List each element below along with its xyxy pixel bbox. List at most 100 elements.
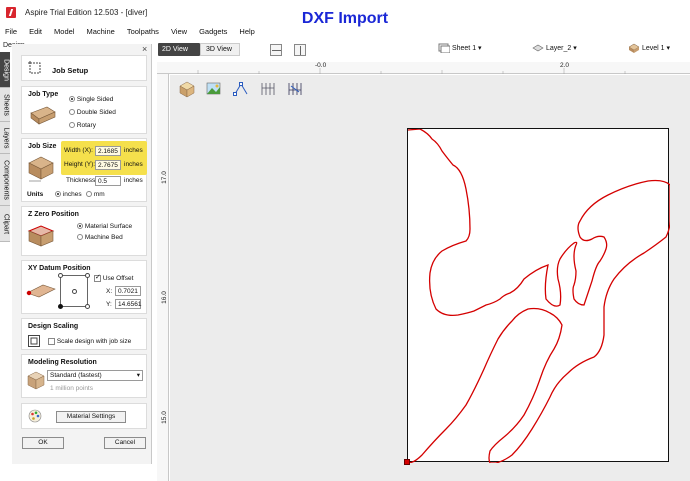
job-setup-icon [28,61,41,74]
image-icon[interactable] [205,80,223,98]
scale-with-job-option[interactable]: Scale design with job size [48,338,131,345]
radio-machine-bed[interactable] [77,234,83,241]
side-tab-clipart[interactable]: Clipart [0,206,10,242]
toolpath-preview-icon[interactable] [286,80,304,98]
datum-top-left[interactable] [58,273,63,278]
menu-toolpaths[interactable]: Toolpaths [127,26,165,39]
diver-vector-outline[interactable] [407,128,671,464]
radio-double-sided[interactable] [69,109,75,116]
menu-bar: File Edit Model Machine Toolpaths View G… [0,26,690,39]
option-label: Use Offset [102,275,134,283]
job-type-section: Job Type Single Sided Double Sided Rotar… [21,86,147,134]
tile-vertical-icon[interactable] [294,44,306,56]
job-sheet[interactable] [407,128,671,464]
menu-machine[interactable]: Machine [86,26,120,39]
units-mm-option[interactable]: mm [86,191,105,198]
radio-single-sided[interactable] [69,96,75,103]
datum-top-right[interactable] [85,273,90,278]
tab-2d-view[interactable]: 2D View [158,43,200,56]
side-tabs: Design Sheets Layers Components Clipart [0,52,10,292]
thickness-label: Thickness [66,177,96,184]
option-label: Double Sided [76,109,116,116]
material-cube-icon[interactable] [178,80,196,98]
node-edit-icon[interactable] [232,80,250,98]
z-machine-bed-option[interactable]: Machine Bed [77,234,123,241]
level-label: Level 1 [641,44,665,52]
resolution-icon [27,371,45,390]
datum-material-icon [26,284,56,298]
option-label: Material Surface [84,223,133,230]
thickness-input[interactable]: 0.5 [95,176,121,186]
menu-view[interactable]: View [171,26,193,39]
y-offset-label: Y: [106,301,112,308]
close-icon[interactable]: × [142,44,147,54]
side-tab-label: Components [2,159,10,200]
sheet-dropdown[interactable]: Sheet 1 ▾ [438,43,482,54]
material-settings-button[interactable]: Material Settings [56,411,126,423]
job-type-rotary-option[interactable]: Rotary [69,122,96,129]
tab-3d-view[interactable]: 3D View [200,43,240,56]
x-offset-input[interactable]: 0.7021 [115,286,141,296]
width-unit: inches [124,147,143,154]
toolpath-icon[interactable] [259,80,277,98]
job-setup-title: Job Setup [52,66,89,75]
level-dropdown[interactable]: Level 1 ▾ [628,43,670,53]
z-zero-title: Z Zero Position [28,211,79,218]
side-tab-label: Design [2,58,10,81]
layer-label: Layer_2 [545,44,572,52]
option-label: mm [93,191,105,198]
ruler-top-ticks [197,68,626,74]
modeling-resolution-title: Modeling Resolution [28,359,97,366]
z-zero-icon [27,225,55,247]
height-input[interactable]: 2.7675 [95,160,121,170]
option-label: Single Sided [76,96,114,103]
thickness-unit: inches [124,177,143,184]
datum-center[interactable] [72,289,77,294]
drawing-toolbar [176,80,308,102]
use-offset-option[interactable]: Use Offset [94,273,134,283]
datum-bottom-right[interactable] [85,304,90,309]
chevron-down-icon: ▾ [136,372,140,379]
job-type-double-option[interactable]: Double Sided [69,109,116,116]
side-tab-sheets[interactable]: Sheets [0,88,10,122]
x-offset-label: X: [106,288,113,295]
radio-mm[interactable] [86,191,92,198]
datum-grid[interactable] [58,273,90,309]
level-icon [628,43,640,53]
datum-bottom-left[interactable] [58,304,63,309]
ok-button[interactable]: OK [22,437,64,449]
menu-edit[interactable]: Edit [29,26,48,39]
xy-datum-title: XY Datum Position [28,265,91,272]
sheet-label: Sheet 1 [451,44,477,52]
layer-dropdown[interactable]: Layer_2 ▾ [532,43,577,53]
material-settings-section: Material Settings [21,403,147,429]
units-inches-option[interactable]: inches [55,191,82,198]
z-zero-section: Z Zero Position Material Surface Machine… [21,206,147,256]
use-offset-checkbox[interactable] [94,273,101,282]
menu-help[interactable]: Help [239,26,260,39]
width-input[interactable]: 2.1685 [95,146,121,156]
resolution-points: 1 million points [50,385,93,392]
cancel-button[interactable]: Cancel [104,437,146,449]
scale-design-checkbox[interactable] [48,338,55,345]
resolution-select[interactable]: Standard (fastest) ▾ [47,370,143,381]
design-scaling-title: Design Scaling [28,323,79,330]
ruler-left-label: 17.0 [160,171,168,184]
design-scaling-section: Design Scaling Scale design with job siz… [21,318,147,350]
side-tab-layers[interactable]: Layers [0,122,10,154]
tile-horizontal-icon[interactable] [270,44,282,56]
menu-gadgets[interactable]: Gadgets [199,26,233,39]
radio-material-surface[interactable] [77,223,83,230]
chevron-down-icon: ▾ [666,44,670,52]
side-tab-components[interactable]: Components [0,154,10,206]
radio-rotary[interactable] [69,122,75,129]
job-size-cube-icon [28,156,54,182]
radio-inches[interactable] [55,191,61,198]
height-unit: inches [124,161,143,168]
menu-model[interactable]: Model [54,26,80,39]
side-tab-design[interactable]: Design [0,52,10,88]
menu-file[interactable]: File [5,26,23,39]
z-material-surface-option[interactable]: Material Surface [77,223,132,230]
y-offset-input[interactable]: 14.6561 [115,299,142,309]
job-type-single-option[interactable]: Single Sided [69,96,113,103]
